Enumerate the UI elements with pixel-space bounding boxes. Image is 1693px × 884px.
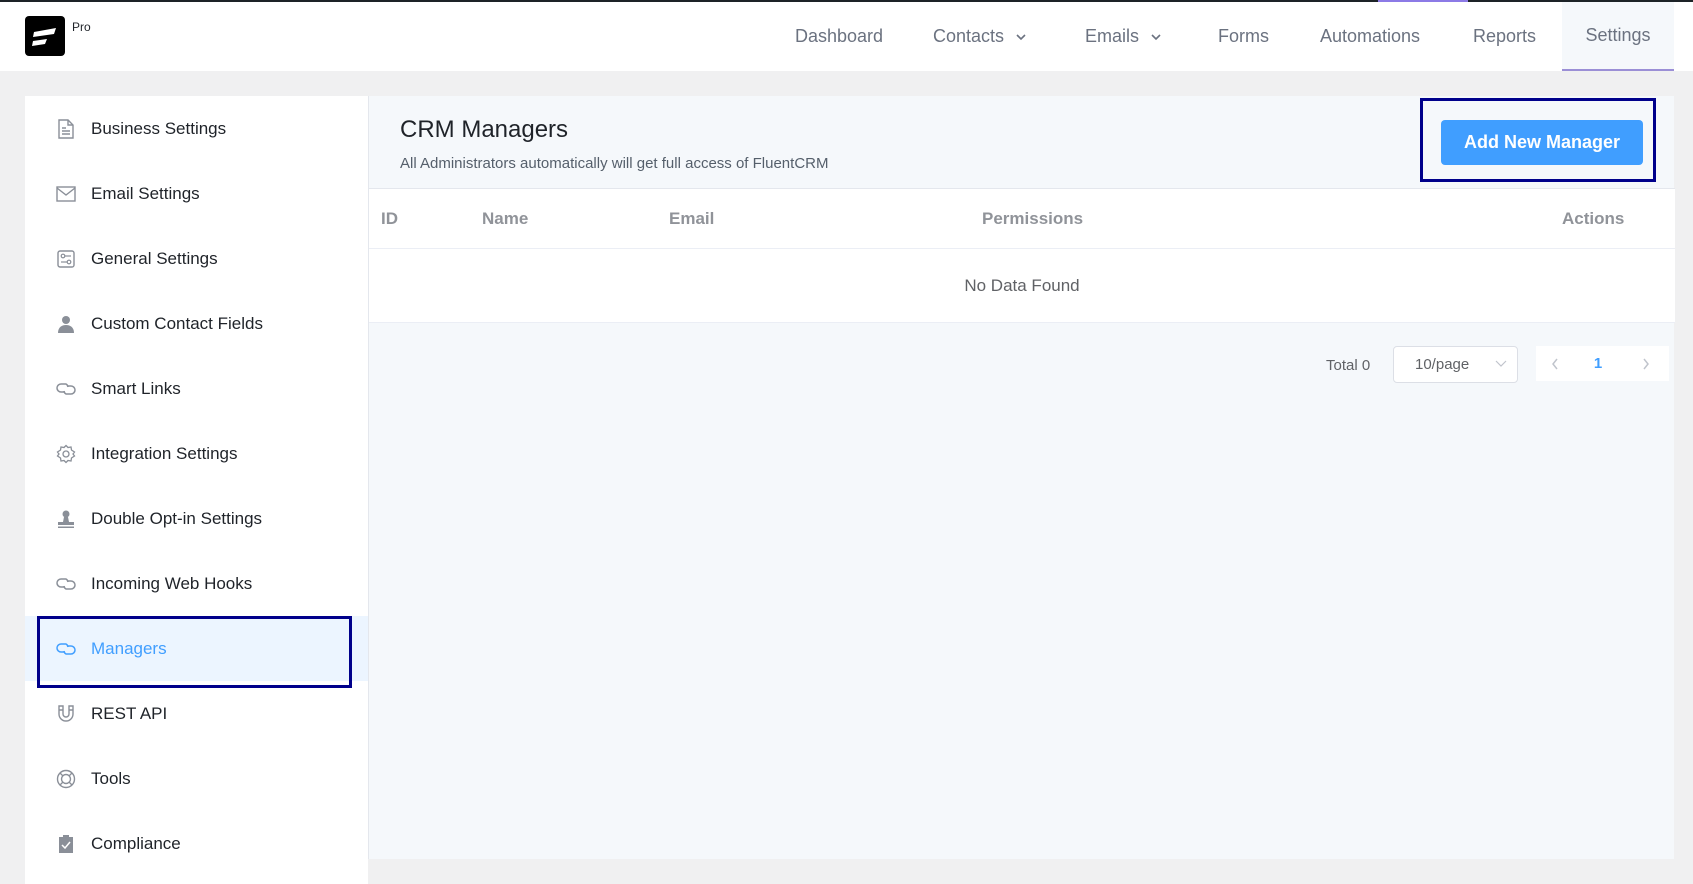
chevron-down-icon bbox=[1495, 360, 1507, 367]
fluentcrm-logo-icon[interactable] bbox=[25, 16, 65, 56]
column-header-id[interactable]: ID bbox=[381, 189, 398, 249]
empty-state-text: No Data Found bbox=[964, 276, 1080, 295]
sidebar-item-label: Double Opt-in Settings bbox=[91, 508, 263, 528]
chevron-right-icon bbox=[1642, 358, 1649, 369]
column-header-actions[interactable]: Actions bbox=[1562, 189, 1624, 249]
gear-icon bbox=[55, 443, 77, 465]
page-size-select[interactable]: 10/page bbox=[1393, 346, 1518, 383]
page-number-button[interactable]: 1 bbox=[1574, 346, 1622, 381]
nav-dashboard[interactable]: Dashboard bbox=[795, 2, 883, 71]
link-icon bbox=[55, 573, 77, 595]
page-size-value: 10/page bbox=[1415, 356, 1470, 373]
sidebar-item-label: Incoming Web Hooks bbox=[91, 573, 253, 593]
column-header-permissions[interactable]: Permissions bbox=[982, 189, 1083, 249]
nav-emails[interactable]: Emails bbox=[1085, 2, 1161, 71]
column-header-email[interactable]: Email bbox=[669, 189, 714, 249]
stamp-icon bbox=[55, 508, 77, 530]
top-navigation-bar: Pro Dashboard Contacts Emails Forms Auto… bbox=[0, 2, 1693, 71]
magnet-icon bbox=[55, 703, 77, 725]
page-header: CRM Managers All Administrators automati… bbox=[369, 96, 1675, 189]
pagination: Total 0 10/page 1 bbox=[369, 346, 1675, 384]
sidebar-item-incoming-web-hooks[interactable]: Incoming Web Hooks bbox=[25, 551, 368, 616]
nav-label: Settings bbox=[1585, 25, 1651, 45]
page-title: CRM Managers bbox=[400, 116, 569, 143]
sidebar-item-business-settings[interactable]: Business Settings bbox=[25, 96, 368, 161]
sidebar-item-custom-contact-fields[interactable]: Custom Contact Fields bbox=[25, 291, 368, 356]
nav-label: Emails bbox=[1085, 26, 1140, 46]
sidebar-item-label: Tools bbox=[91, 768, 131, 788]
current-page: 1 bbox=[1593, 355, 1603, 372]
nav-automations[interactable]: Automations bbox=[1320, 2, 1420, 71]
pro-badge: Pro bbox=[72, 20, 91, 34]
nav-label: Forms bbox=[1218, 26, 1269, 46]
nav-settings[interactable]: Settings bbox=[1562, 2, 1674, 71]
sidebar-item-label: Custom Contact Fields bbox=[91, 313, 263, 333]
nav-reports[interactable]: Reports bbox=[1473, 2, 1536, 71]
sidebar-item-email-settings[interactable]: Email Settings bbox=[25, 161, 368, 226]
chevron-down-icon bbox=[1151, 33, 1161, 40]
nav-forms[interactable]: Forms bbox=[1218, 2, 1269, 71]
user-icon bbox=[55, 313, 77, 335]
sidebar-item-integration-settings[interactable]: Integration Settings bbox=[25, 421, 368, 486]
sidebar-item-label: Smart Links bbox=[91, 378, 181, 398]
sidebar-item-double-opt-in-settings[interactable]: Double Opt-in Settings bbox=[25, 486, 368, 551]
settings-sliders-icon bbox=[55, 248, 77, 270]
sidebar-item-label: Email Settings bbox=[91, 183, 200, 203]
sidebar-item-label: General Settings bbox=[91, 248, 218, 268]
sidebar-item-smart-links[interactable]: Smart Links bbox=[25, 356, 368, 421]
chevron-down-icon bbox=[1016, 33, 1026, 40]
next-page-button[interactable] bbox=[1622, 346, 1669, 381]
sidebar-item-managers[interactable]: Managers bbox=[25, 616, 368, 681]
managers-table: ID Name Email Permissions Actions No Dat… bbox=[369, 189, 1675, 323]
pagination-total: Total 0 bbox=[1326, 356, 1371, 374]
page-subtitle: All Administrators automatically will ge… bbox=[400, 155, 829, 172]
sidebar-item-label: Business Settings bbox=[91, 118, 227, 138]
sidebar-item-rest-api[interactable]: REST API bbox=[25, 681, 368, 746]
sidebar-item-compliance[interactable]: Compliance bbox=[25, 811, 368, 876]
prev-page-button[interactable] bbox=[1536, 346, 1574, 381]
link-icon bbox=[55, 638, 77, 660]
chevron-left-icon bbox=[1552, 358, 1558, 369]
document-icon bbox=[55, 118, 77, 140]
table-header: ID Name Email Permissions Actions bbox=[369, 189, 1675, 249]
table-body: No Data Found bbox=[369, 249, 1675, 323]
nav-contacts[interactable]: Contacts bbox=[933, 2, 1026, 71]
envelope-icon bbox=[55, 183, 77, 205]
nav-label: Reports bbox=[1473, 26, 1537, 46]
sidebar-item-label: Integration Settings bbox=[91, 443, 238, 463]
lifebuoy-icon bbox=[55, 768, 77, 790]
nav-label: Dashboard bbox=[795, 26, 884, 46]
sidebar-item-label: REST API bbox=[91, 703, 168, 723]
sidebar-item-tools[interactable]: Tools bbox=[25, 746, 368, 811]
nav-label: Automations bbox=[1320, 26, 1421, 46]
link-icon bbox=[55, 378, 77, 400]
sidebar-item-label: Managers bbox=[91, 638, 167, 658]
clipboard-check-icon bbox=[55, 833, 77, 855]
sidebar-item-general-settings[interactable]: General Settings bbox=[25, 226, 368, 291]
column-header-name[interactable]: Name bbox=[482, 189, 528, 249]
add-new-manager-button[interactable]: Add New Manager bbox=[1441, 120, 1643, 165]
main-content: CRM Managers All Administrators automati… bbox=[368, 96, 1675, 859]
sidebar-item-label: Compliance bbox=[91, 833, 181, 853]
settings-sidebar: Business Settings Email Settings General… bbox=[25, 96, 368, 884]
nav-label: Contacts bbox=[933, 26, 1005, 46]
